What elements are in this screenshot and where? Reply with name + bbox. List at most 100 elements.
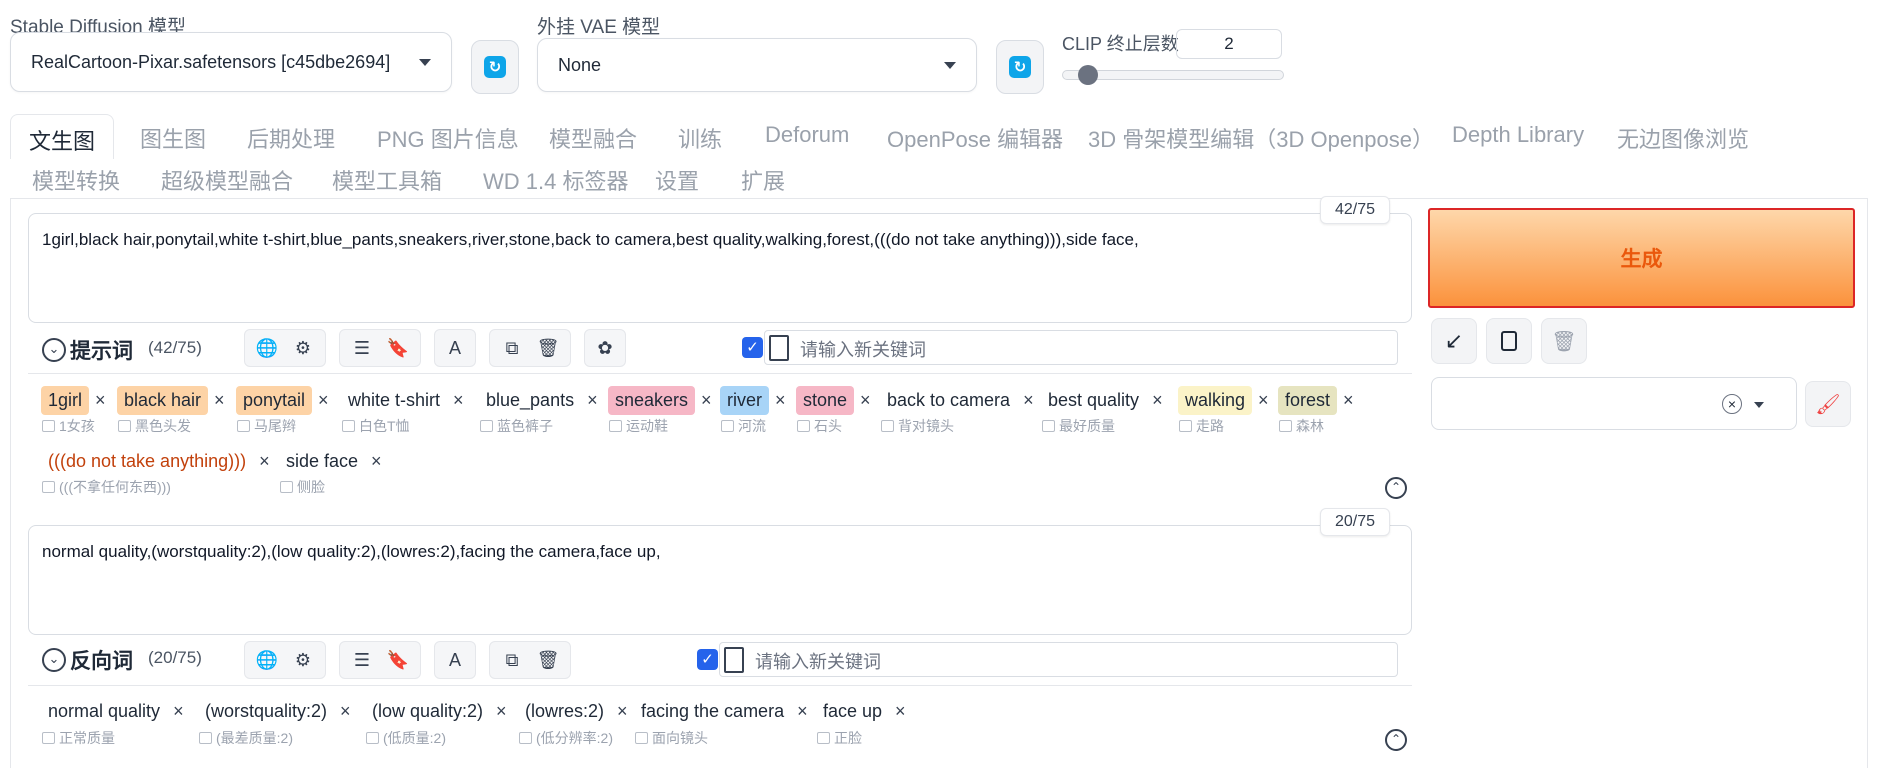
close-icon[interactable]: ×: [259, 451, 270, 472]
prompt-tag[interactable]: walking ×: [1178, 383, 1269, 417]
tag-text: ponytail: [236, 385, 313, 415]
prompt-tag[interactable]: sneakers ×: [608, 383, 712, 417]
tab-deforum[interactable]: Deforum: [765, 122, 849, 148]
prompt-tag[interactable]: 1girl ×: [41, 383, 106, 417]
close-icon[interactable]: ×: [701, 390, 712, 411]
globe-icon[interactable]: 🌐: [254, 335, 280, 361]
negative-enable-checkbox[interactable]: ✓: [697, 649, 718, 670]
tab-openpose-editor[interactable]: OpenPose 编辑器: [887, 122, 1063, 154]
tab-bar: 文生图 图生图 后期处理 PNG 图片信息 模型融合 训练 Deforum Op…: [0, 0, 1878, 200]
tab-depth-library[interactable]: Depth Library: [1452, 122, 1584, 148]
collapse-up-icon[interactable]: ⌃: [1385, 729, 1407, 751]
close-icon[interactable]: ×: [1343, 390, 1354, 411]
trash-icon[interactable]: 🗑: [535, 335, 561, 361]
prompt-tag[interactable]: black hair ×: [117, 383, 225, 417]
clear-icon[interactable]: ×: [1722, 394, 1742, 414]
clear-button[interactable]: 🗑: [1541, 318, 1587, 364]
prompt-enable-checkbox[interactable]: ✓: [742, 337, 763, 358]
tag-translation: 走路: [1179, 416, 1224, 436]
tab-super-merge[interactable]: 超级模型融合: [161, 164, 293, 196]
tab-settings[interactable]: 设置: [655, 164, 699, 196]
copy-icon[interactable]: ⧉: [499, 647, 525, 673]
tab-model-convert[interactable]: 模型转换: [32, 164, 120, 196]
bookmark-icon[interactable]: 🔖: [385, 335, 411, 361]
translate-icon[interactable]: A: [442, 335, 468, 361]
prompt-tag[interactable]: (((do not take anything))) ×: [41, 444, 270, 478]
collapse-up-icon[interactable]: ⌃: [1385, 477, 1407, 499]
gear-icon[interactable]: ⚙: [290, 335, 316, 361]
list-icon[interactable]: ☰: [349, 647, 375, 673]
negative-tag[interactable]: (lowres:2) ×: [518, 694, 628, 728]
edit-styles-button[interactable]: 🖌: [1805, 381, 1851, 427]
translate-badge-icon: [280, 481, 293, 493]
translate-badge-icon: [42, 481, 55, 493]
prompt-tag[interactable]: river ×: [720, 383, 786, 417]
close-icon[interactable]: ×: [496, 701, 507, 722]
tab-model-toolkit[interactable]: 模型工具箱: [332, 164, 442, 196]
close-icon[interactable]: ×: [797, 701, 808, 722]
generate-button[interactable]: 生成: [1428, 208, 1855, 308]
gear-icon[interactable]: ⚙: [290, 647, 316, 673]
close-icon[interactable]: ×: [587, 390, 598, 411]
paste-button[interactable]: [1486, 318, 1532, 364]
close-icon[interactable]: ×: [1023, 390, 1034, 411]
collapse-chevron-icon[interactable]: ⌄: [42, 338, 66, 362]
read-params-button[interactable]: ↙: [1431, 318, 1477, 364]
prompt-keyword-input[interactable]: 请输入新关键词: [764, 330, 1398, 365]
tab-extras[interactable]: 后期处理: [247, 122, 335, 154]
close-icon[interactable]: ×: [617, 701, 628, 722]
tab-train[interactable]: 训练: [678, 122, 722, 154]
tab-3d-openpose[interactable]: 3D 骨架模型编辑（3D Openpose）: [1088, 122, 1434, 154]
close-icon[interactable]: ×: [371, 451, 382, 472]
close-icon[interactable]: ×: [340, 701, 351, 722]
prompt-textarea[interactable]: 1girl,black hair,ponytail,white t-shirt,…: [28, 213, 1412, 323]
negative-tag[interactable]: normal quality ×: [41, 694, 184, 728]
close-icon[interactable]: ×: [895, 701, 906, 722]
close-icon[interactable]: ×: [775, 390, 786, 411]
negative-prompt-textarea[interactable]: normal quality,(worstquality:2),(low qua…: [28, 525, 1412, 635]
prompt-tag[interactable]: stone ×: [796, 383, 871, 417]
translate-icon[interactable]: A: [442, 647, 468, 673]
trash-icon[interactable]: 🗑: [535, 647, 561, 673]
prompt-tag[interactable]: side face ×: [279, 444, 382, 478]
negative-tag[interactable]: face up ×: [816, 694, 906, 728]
prompt-tag[interactable]: blue_pants ×: [479, 383, 598, 417]
translate-badge-icon: [366, 732, 379, 744]
text-cursor-icon: [724, 647, 744, 673]
tag-translation: 正脸: [817, 728, 862, 748]
negative-tag[interactable]: facing the camera ×: [634, 694, 808, 728]
negative-keyword-input[interactable]: 请输入新关键词: [719, 642, 1398, 677]
prompt-tag[interactable]: best quality ×: [1041, 383, 1163, 417]
globe-icon[interactable]: 🌐: [254, 647, 280, 673]
close-icon[interactable]: ×: [860, 390, 871, 411]
tag-text: best quality: [1048, 389, 1140, 410]
prompt-tag[interactable]: back to camera ×: [880, 383, 1034, 417]
prompt-tag[interactable]: white t-shirt ×: [341, 383, 464, 417]
negative-tag[interactable]: (low quality:2) ×: [365, 694, 507, 728]
prompt-tag[interactable]: ponytail ×: [236, 383, 329, 417]
close-icon[interactable]: ×: [1152, 390, 1163, 411]
close-icon[interactable]: ×: [214, 390, 225, 411]
collapse-chevron-icon[interactable]: ⌄: [42, 648, 66, 672]
close-icon[interactable]: ×: [95, 390, 106, 411]
close-icon[interactable]: ×: [453, 390, 464, 411]
list-icon[interactable]: ☰: [349, 335, 375, 361]
translate-badge-icon: [42, 420, 55, 432]
tab-extensions[interactable]: 扩展: [741, 164, 785, 196]
tab-png-info[interactable]: PNG 图片信息: [377, 122, 519, 154]
negative-tag[interactable]: (worstquality:2) ×: [198, 694, 351, 728]
tab-wd-tagger[interactable]: WD 1.4 标签器: [483, 164, 628, 196]
tab-txt2img[interactable]: 文生图: [10, 114, 115, 159]
openai-icon[interactable]: ✿: [592, 335, 618, 361]
tag-text: river: [720, 385, 769, 415]
styles-select[interactable]: ×: [1431, 377, 1797, 430]
bookmark-icon[interactable]: 🔖: [385, 647, 411, 673]
close-icon[interactable]: ×: [318, 390, 329, 411]
copy-icon[interactable]: ⧉: [499, 335, 525, 361]
tab-model-merge[interactable]: 模型融合: [549, 122, 637, 154]
close-icon[interactable]: ×: [173, 701, 184, 722]
tab-img2img[interactable]: 图生图: [140, 122, 206, 154]
close-icon[interactable]: ×: [1258, 390, 1269, 411]
prompt-tag[interactable]: forest ×: [1278, 383, 1354, 417]
tab-infinite-browser[interactable]: 无边图像浏览: [1617, 122, 1749, 154]
